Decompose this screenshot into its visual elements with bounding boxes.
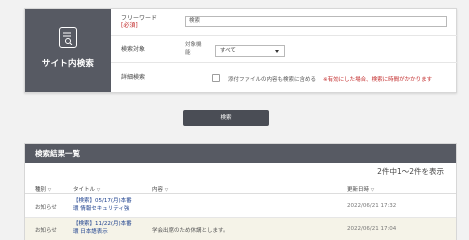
results-panel: 検索結果一覧 2件中1〜2件を表示 種別 ▽ タイトル ▽ 内容 ▽ 更新日時 … (24, 143, 457, 240)
results-count: 2件中1〜2件を表示 (377, 167, 444, 176)
sort-icon: ▽ (47, 188, 52, 193)
search-form-panel: サイト内検索 フリーワード [必須] 検索 検索対象 対象機 能 すべて 詳細検… (24, 8, 457, 93)
column-title[interactable]: タイトル ▽ (73, 185, 100, 193)
detail-row: 詳細検索 添付ファイルの内容も検索に含める ※有効にした場合、検索に時間がかかり… (111, 63, 457, 92)
sort-icon: ▽ (164, 188, 169, 193)
row-type: お知らせ (35, 228, 57, 234)
freeword-input[interactable]: 検索 (185, 16, 447, 27)
table-row: お知らせ 【検索】11/22(月)本番 環 日本語表示 学会出席のため休講としま… (25, 218, 456, 240)
site-search-sidebar: サイト内検索 (25, 9, 111, 92)
target-select-value: すべて (220, 48, 236, 54)
table-row: お知らせ 【検索】05/17(月)本番 環 情報セキュリティ強 2022/06/… (25, 195, 456, 218)
sidebar-title: サイト内検索 (41, 59, 95, 69)
row-updated: 2022/06/21 17:04 (347, 226, 397, 232)
attachment-checkbox-label[interactable]: 添付ファイルの内容も検索に含める (228, 75, 316, 83)
results-header: 検索結果一覧 (25, 144, 456, 163)
required-tag: [必須] (121, 22, 138, 29)
column-type[interactable]: 種別 ▽ (35, 185, 51, 193)
row-content: 学会出席のため休講とします。 (152, 228, 229, 234)
sort-icon: ▽ (370, 188, 375, 193)
attachment-checkbox[interactable] (212, 74, 220, 82)
sort-icon: ▽ (96, 188, 101, 193)
freeword-label: フリーワード [必須] (121, 15, 158, 29)
results-table-header: 種別 ▽ タイトル ▽ 内容 ▽ 更新日時 ▽ (25, 181, 456, 194)
freeword-row: フリーワード [必須] 検索 (111, 9, 457, 36)
document-search-icon (59, 27, 77, 48)
row-title-link[interactable]: 【検索】05/17(月)本番 環 情報セキュリティ強 (73, 198, 132, 213)
target-select[interactable]: すべて (215, 45, 285, 57)
row-title-link[interactable]: 【検索】11/22(月)本番 環 日本語表示 (73, 221, 132, 236)
target-label: 検索対象 (121, 46, 146, 53)
row-updated: 2022/06/21 17:32 (347, 203, 397, 209)
search-button[interactable]: 検索 (183, 110, 269, 126)
column-content[interactable]: 内容 ▽ (152, 185, 168, 193)
target-row: 検索対象 対象機 能 すべて (111, 36, 457, 63)
row-type: お知らせ (35, 205, 57, 211)
detail-label: 詳細検索 (121, 74, 146, 81)
detail-warning: ※有効にした場合、検索に時間がかかります (323, 77, 433, 83)
chevron-down-icon (275, 50, 279, 53)
column-updated[interactable]: 更新日時 ▽ (347, 185, 374, 193)
target-sub-label: 対象機 能 (185, 42, 202, 56)
